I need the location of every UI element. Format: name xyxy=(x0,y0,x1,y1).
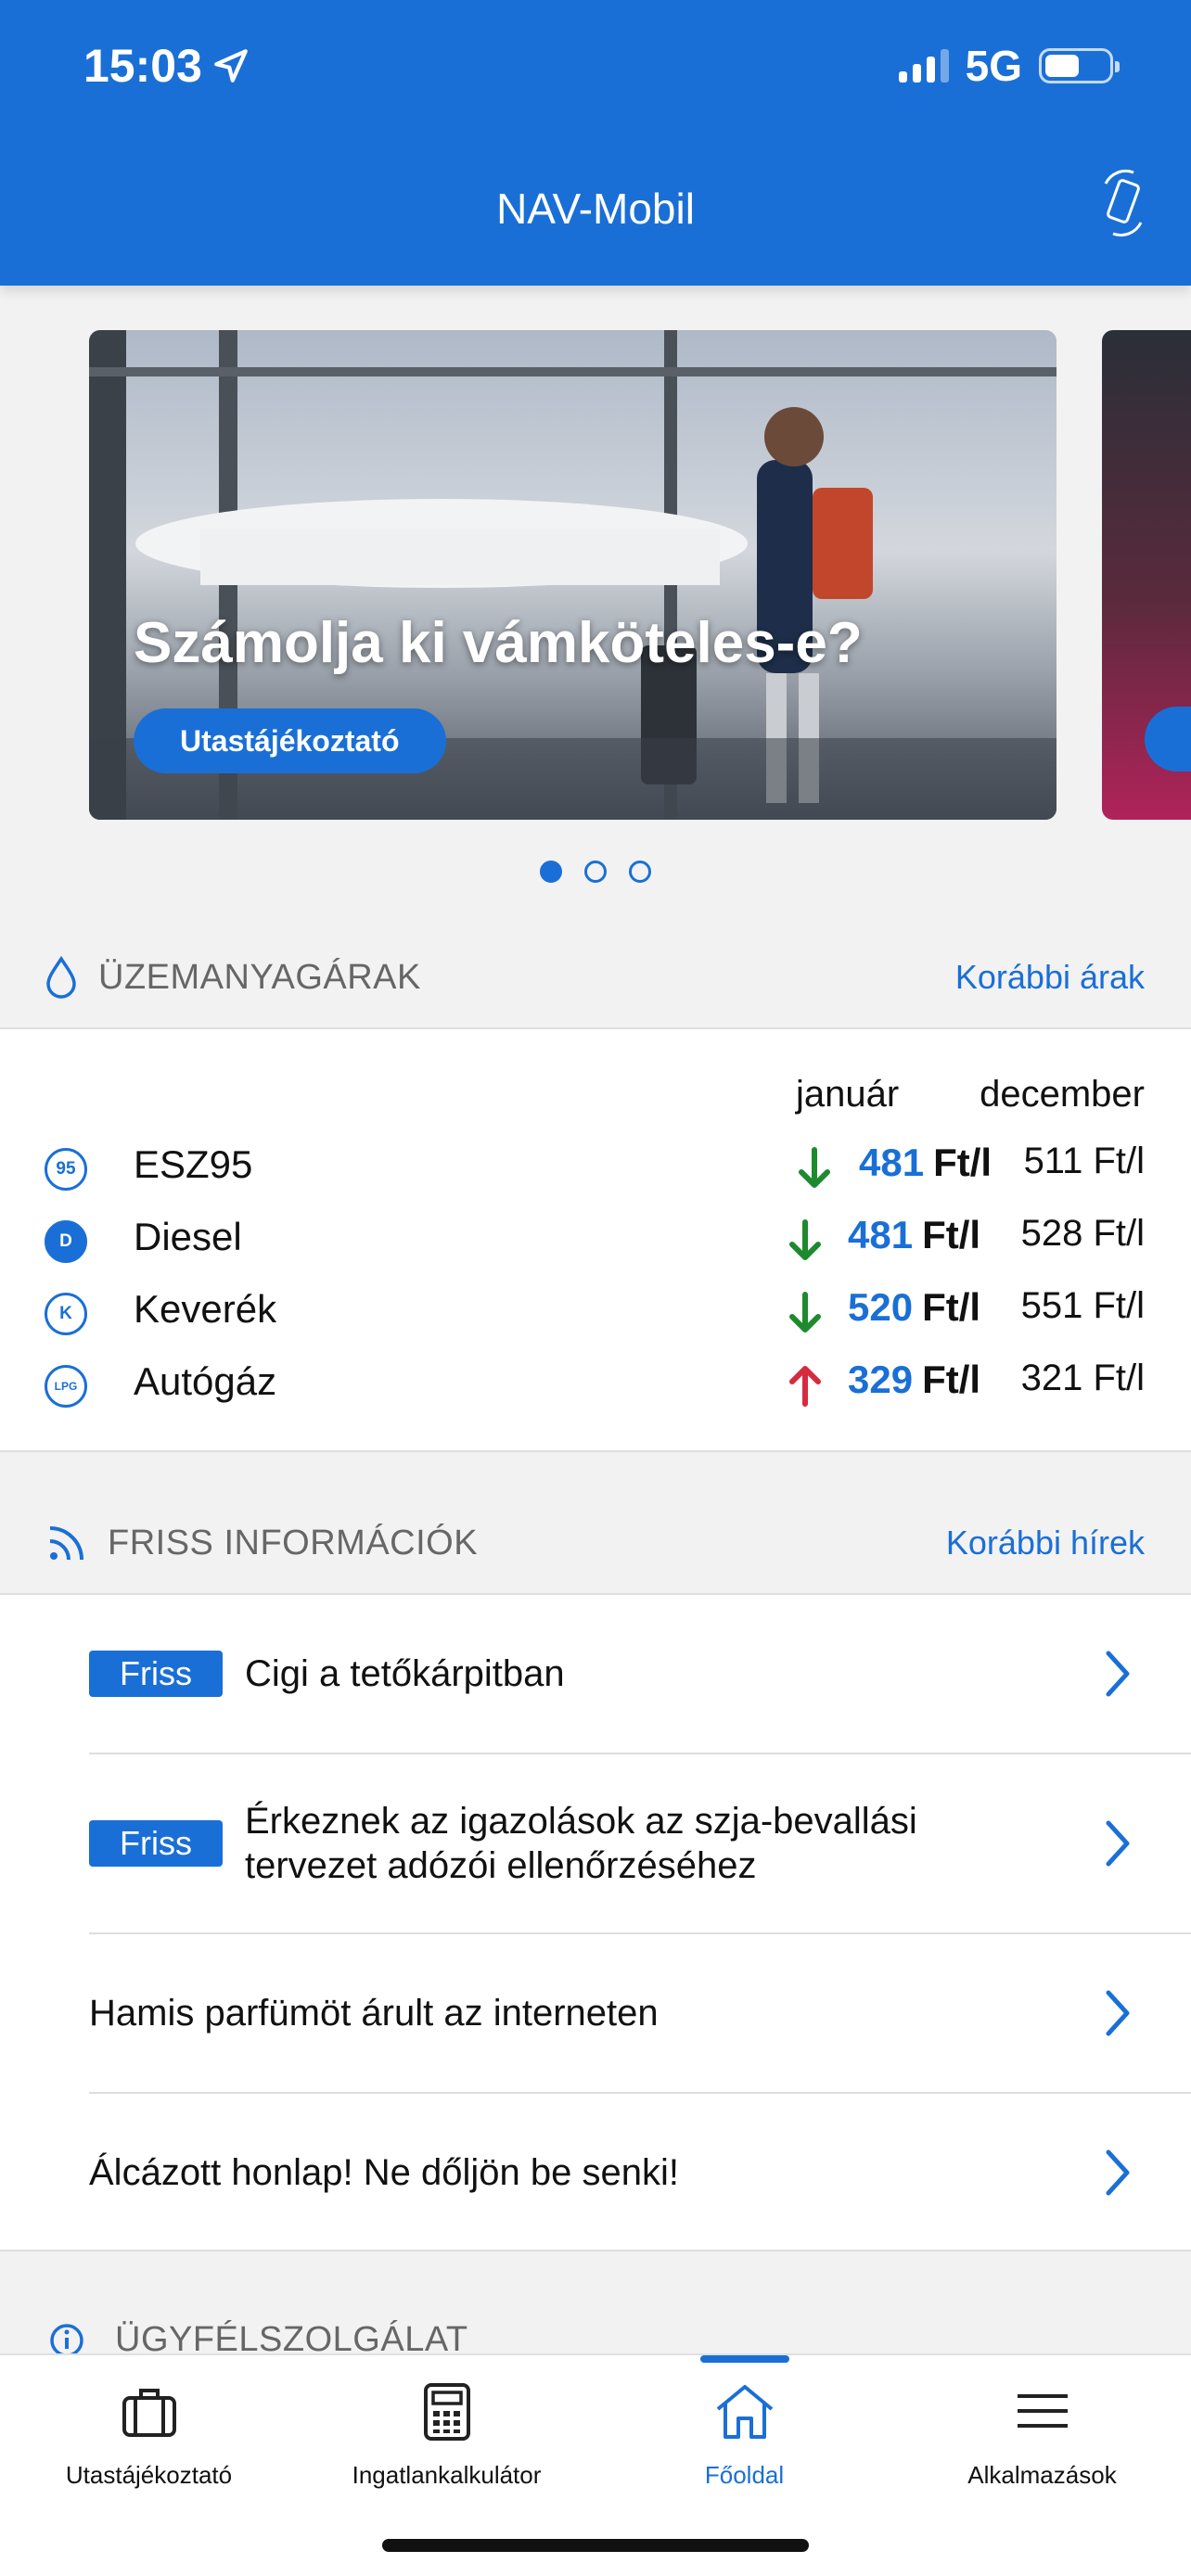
fuel-current-price: 481 Ft/l xyxy=(848,1213,980,1257)
top-bar: 15:03 5G NAV-Mobil xyxy=(0,0,1191,286)
fuel-current-unit: Ft/l xyxy=(922,1358,981,1401)
chevron-right-icon xyxy=(1106,1820,1130,1867)
news-title: Cigi a tetőkárpitban xyxy=(245,1653,565,1694)
slide-title: Számolja ki vámköteles-e? xyxy=(134,611,863,675)
pagination-dot[interactable] xyxy=(584,861,607,883)
fuel-current-value: 329 xyxy=(848,1358,914,1401)
rss-icon xyxy=(49,1526,83,1561)
fuel-row: 95 ESZ95 481 Ft/l 511 Ft/l xyxy=(0,1131,1191,1204)
tab-alkalmazasok[interactable]: Alkalmazások xyxy=(893,2379,1191,2490)
fuel-current-value: 481 xyxy=(848,1213,914,1256)
tab-ingatlankalkulator[interactable]: Ingatlankalkulátor xyxy=(298,2379,596,2490)
carousel-pagination[interactable] xyxy=(0,861,1191,883)
fuel-row: D Diesel 481 Ft/l 528 Ft/l xyxy=(0,1204,1191,1276)
home-indicator[interactable] xyxy=(382,2539,809,2552)
fuel-previous-price: 321 Ft/l xyxy=(1020,1358,1145,1398)
drop-icon xyxy=(46,955,76,999)
page-title: NAV-Mobil xyxy=(496,185,695,233)
fuel-current-value: 481 xyxy=(859,1141,925,1184)
news-section-header: FRISS INFORMÁCIÓK Korábbi hírek xyxy=(0,1493,1191,1595)
fuel-name: Autógáz xyxy=(134,1359,277,1403)
battery-level xyxy=(1045,55,1080,77)
chevron-right-icon xyxy=(1106,1651,1130,1697)
suitcase-icon xyxy=(122,2389,176,2437)
arrow-down-icon xyxy=(789,1292,821,1333)
slide-next-button[interactable] xyxy=(1145,707,1191,772)
calculator-icon xyxy=(423,2383,470,2441)
fuel-name: Keverék xyxy=(134,1287,277,1331)
carousel-slide-next[interactable] xyxy=(1102,330,1191,820)
signal-icon xyxy=(898,49,949,83)
battery-icon xyxy=(1039,48,1120,83)
tab-label: Ingatlankalkulátor xyxy=(352,2461,542,2489)
fuel-name: ESZ95 xyxy=(134,1142,253,1186)
fuel-current-unit: Ft/l xyxy=(933,1141,992,1184)
fuel-section-header: ÜZEMANYAGÁRAK Korábbi árak xyxy=(0,927,1191,1029)
fuel-current-price: 329 Ft/l xyxy=(848,1358,980,1402)
news-item[interactable]: Álcázott honlap! Ne dőljön be senki! xyxy=(89,2094,1191,2251)
fuel-section-title: ÜZEMANYAGÁRAK xyxy=(98,957,421,997)
slide-cta-button[interactable]: Utastájékoztató xyxy=(134,708,446,773)
tab-utastajekoztato[interactable]: Utastájékoztató xyxy=(0,2379,298,2490)
news-item[interactable]: Friss Érkeznek az igazolások az szja-bev… xyxy=(89,1754,1191,1934)
chevron-right-icon xyxy=(1106,2149,1130,2196)
fuel-name: Diesel xyxy=(134,1215,242,1258)
active-tab-indicator xyxy=(700,2355,789,2363)
fuel-history-link[interactable]: Korábbi árak xyxy=(955,958,1145,997)
pagination-dot[interactable] xyxy=(629,861,651,883)
fuel-current-price: 481 Ft/l xyxy=(859,1141,992,1185)
fuel-current-value: 520 xyxy=(848,1285,914,1329)
chevron-right-icon xyxy=(1106,1990,1130,2036)
status-indicators: 5G xyxy=(898,41,1120,91)
home-icon xyxy=(716,2385,773,2439)
news-title: Álcázott honlap! Ne dőljön be senki! xyxy=(89,2152,679,2193)
fuel-previous-price: 528 Ft/l xyxy=(1020,1213,1145,1254)
promo-carousel[interactable]: Számolja ki vámköteles-e? Utastájékoztat… xyxy=(0,330,1191,822)
fuel-previous-price: 551 Ft/l xyxy=(1020,1285,1145,1326)
fresh-badge: Friss xyxy=(89,1651,223,1697)
fuel-current-unit: Ft/l xyxy=(922,1213,981,1256)
news-list: Friss Cigi a tetőkárpitban Friss Érkezne… xyxy=(0,1595,1191,2251)
tab-fooldal[interactable]: Főoldal xyxy=(596,2379,893,2490)
arrow-down-icon xyxy=(789,1219,821,1260)
phone-rotate-icon[interactable] xyxy=(1096,167,1150,239)
status-time: 15:03 xyxy=(83,39,250,93)
fuel-badge-lpg: LPG xyxy=(45,1365,87,1408)
fuel-current-price: 520 Ft/l xyxy=(848,1285,980,1330)
pagination-dot[interactable] xyxy=(540,861,562,883)
fresh-badge: Friss xyxy=(89,1820,223,1867)
fuel-previous-price: 511 Ft/l xyxy=(1023,1141,1145,1181)
arrow-down-icon xyxy=(799,1147,830,1188)
tab-label: Alkalmazások xyxy=(967,2461,1117,2489)
fuel-current-unit: Ft/l xyxy=(922,1285,981,1329)
news-title: Hamis parfümöt árult az interneten xyxy=(89,1993,659,2034)
news-history-link[interactable]: Korábbi hírek xyxy=(946,1524,1145,1562)
fuel-row: K Keverék 520 Ft/l 551 Ft/l xyxy=(0,1276,1191,1348)
news-item[interactable]: Friss Cigi a tetőkárpitban xyxy=(89,1595,1191,1754)
network-label: 5G xyxy=(965,42,1022,90)
news-section-title: FRISS INFORMÁCIÓK xyxy=(108,1523,479,1562)
fuel-badge-keverek: K xyxy=(45,1293,87,1335)
column-header-current: január xyxy=(796,1074,900,1115)
menu-icon xyxy=(1017,2394,1068,2428)
column-header-previous: december xyxy=(980,1074,1145,1115)
news-item[interactable]: Hamis parfümöt árult az interneten xyxy=(89,1934,1191,2094)
arrow-up-icon xyxy=(789,1366,821,1407)
fuel-row: LPG Autógáz 329 Ft/l 321 Ft/l xyxy=(0,1348,1191,1421)
tab-label: Utastájékoztató xyxy=(65,2461,233,2489)
fuel-badge-diesel: D xyxy=(45,1220,87,1263)
location-arrow-icon xyxy=(214,49,248,83)
fuel-prices-card: január december 95 ESZ95 481 Ft/l 511 Ft… xyxy=(0,1029,1191,1452)
news-title: Érkeznek az igazolások az szja-bevallási… xyxy=(245,1801,917,1886)
carousel-slide[interactable]: Számolja ki vámköteles-e? Utastájékoztat… xyxy=(89,330,1057,820)
fuel-badge-95: 95 xyxy=(45,1148,87,1191)
tab-label: Főoldal xyxy=(704,2461,785,2489)
status-time-text: 15:03 xyxy=(83,40,202,92)
